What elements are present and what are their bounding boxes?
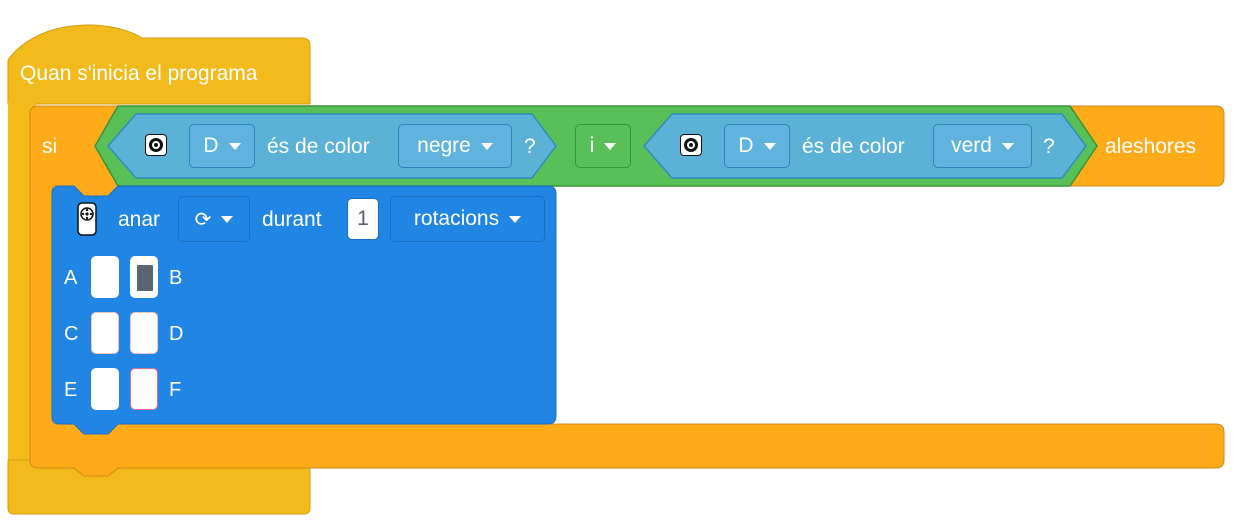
port-label-f: F bbox=[169, 379, 182, 401]
port-label-d: D bbox=[169, 323, 184, 345]
port-slot-f[interactable] bbox=[130, 368, 158, 410]
condition-left-label: és de color bbox=[267, 135, 370, 158]
port-label-c: C bbox=[64, 323, 79, 345]
port-slot-e[interactable] bbox=[91, 368, 119, 410]
port-label-b: B bbox=[169, 267, 183, 289]
chevron-down-icon bbox=[763, 142, 776, 150]
chevron-down-icon bbox=[228, 142, 241, 150]
color-sensor-icon bbox=[680, 134, 702, 156]
operator-dropdown[interactable]: i bbox=[575, 124, 631, 168]
chevron-down-icon bbox=[1001, 142, 1014, 150]
color-value-right: verd bbox=[951, 134, 992, 157]
port-value-left: D bbox=[203, 134, 219, 157]
chevron-down-icon bbox=[509, 215, 522, 223]
color-value-left: negre bbox=[417, 134, 471, 157]
amount-input[interactable]: 1 bbox=[347, 198, 379, 240]
hat-block-label: Quan s'inicia el programa bbox=[20, 62, 258, 85]
port-value-right: D bbox=[738, 134, 754, 157]
unit-dropdown[interactable]: rotacions bbox=[390, 196, 545, 242]
chevron-down-icon bbox=[480, 142, 493, 150]
port-slot-b[interactable] bbox=[130, 256, 158, 298]
condition-left-question: ? bbox=[524, 135, 536, 158]
condition-right-question: ? bbox=[1043, 135, 1055, 158]
motor-icon bbox=[77, 202, 97, 236]
selected-port-indicator bbox=[137, 265, 153, 291]
operator-value: i bbox=[589, 134, 595, 157]
clockwise-rotation-icon: ⟳ bbox=[194, 207, 212, 231]
direction-dropdown[interactable]: ⟳ bbox=[178, 196, 250, 242]
condition-right-label: és de color bbox=[802, 135, 905, 158]
port-dropdown-left[interactable]: D bbox=[189, 124, 255, 168]
port-label-a: A bbox=[64, 267, 78, 289]
color-dropdown-right[interactable]: verd bbox=[933, 124, 1032, 168]
port-slot-c[interactable] bbox=[91, 312, 119, 354]
port-slot-d[interactable] bbox=[130, 312, 158, 354]
color-sensor-icon bbox=[145, 134, 167, 156]
then-label: aleshores bbox=[1105, 135, 1197, 158]
port-label-e: E bbox=[64, 379, 78, 401]
motor-for-label: durant bbox=[262, 208, 322, 231]
chevron-down-icon bbox=[604, 142, 617, 150]
chevron-down-icon bbox=[221, 215, 234, 223]
if-label: si bbox=[42, 135, 58, 158]
port-dropdown-right[interactable]: D bbox=[724, 124, 790, 168]
motor-go-label: anar bbox=[118, 208, 161, 231]
color-dropdown-left[interactable]: negre bbox=[398, 124, 512, 168]
port-slot-a[interactable] bbox=[91, 256, 119, 298]
unit-value: rotacions bbox=[413, 207, 500, 230]
